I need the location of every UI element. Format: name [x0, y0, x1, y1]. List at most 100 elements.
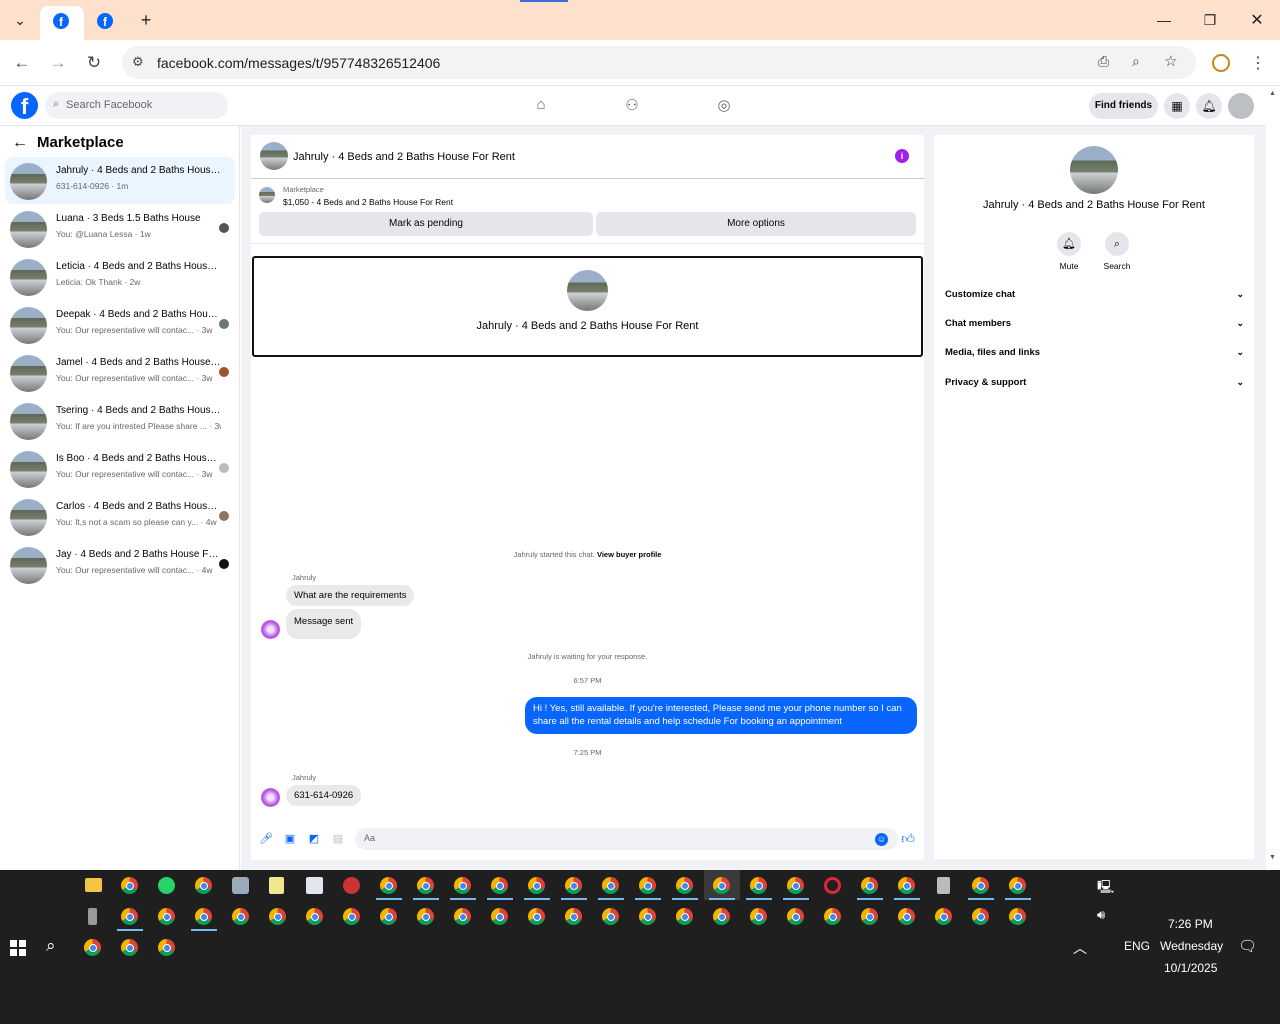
bookmark-star-icon[interactable]: ☆	[1164, 52, 1177, 70]
chrome-icon[interactable]	[713, 877, 730, 894]
back-arrow-icon[interactable]: ←	[12, 134, 28, 152]
view-buyer-profile-link[interactable]: View buyer profile	[597, 550, 661, 559]
incoming-message[interactable]: What are the requirements	[286, 585, 415, 606]
chrome-icon[interactable]	[639, 877, 656, 894]
chrome-icon[interactable]	[121, 939, 138, 956]
menu-grid-icon[interactable]: ▦	[1164, 93, 1190, 119]
network-icon[interactable]: 🖳︎	[1097, 878, 1114, 900]
chrome-icon[interactable]	[158, 908, 175, 925]
tab-facebook-active[interactable]: f	[40, 6, 84, 40]
chrome-icon[interactable]	[417, 908, 434, 925]
chrome-icon[interactable]	[454, 877, 471, 894]
facebook-logo[interactable]: f	[11, 92, 38, 119]
chrome-icon[interactable]	[565, 908, 582, 925]
chrome-icon[interactable]	[750, 877, 767, 894]
info-icon[interactable]: i	[895, 149, 909, 163]
clock-date[interactable]: 10/1/2025	[1164, 961, 1217, 975]
chrome-icon[interactable]	[1009, 908, 1026, 925]
chrome-icon[interactable]	[195, 877, 212, 894]
browser-menu-icon[interactable]: ⋮	[1245, 50, 1271, 76]
chrome-icon[interactable]	[861, 877, 878, 894]
photo-icon[interactable]: ▣	[283, 832, 297, 846]
app-icon[interactable]	[306, 877, 323, 894]
scroll-up-icon[interactable]: ▲	[1269, 90, 1276, 97]
chrome-icon[interactable]	[676, 877, 693, 894]
chrome-icon[interactable]	[491, 908, 508, 925]
conversation-item[interactable]: Jahruly · 4 Beds and 2 Baths House For R…	[5, 157, 235, 204]
new-tab-button[interactable]: +	[134, 8, 158, 32]
find-friends-button[interactable]: Find friends	[1089, 93, 1158, 119]
profile-icon[interactable]	[1212, 54, 1230, 72]
chrome-icon[interactable]	[750, 908, 767, 925]
privacy-support-row[interactable]: Privacy & support ⌄	[945, 377, 1244, 397]
language-indicator[interactable]: ENG	[1124, 939, 1150, 953]
conversation-item[interactable]: Tsering · 4 Beds and 2 Baths House For R…	[5, 397, 235, 444]
outgoing-message[interactable]: Hi ! Yes, still available. If you're int…	[525, 697, 917, 734]
scroll-down-icon[interactable]: ▼	[1269, 854, 1276, 861]
home-icon[interactable]: ⌂	[531, 96, 551, 116]
install-app-icon[interactable]: ⎙	[1098, 53, 1109, 70]
windows-start-icon[interactable]	[10, 940, 26, 956]
zoom-icon[interactable]: ⌕	[1132, 53, 1140, 70]
chrome-icon[interactable]	[565, 877, 582, 894]
chrome-icon[interactable]	[935, 908, 952, 925]
chrome-icon[interactable]	[972, 877, 989, 894]
tray-chevron-up-icon[interactable]: ︿	[1073, 938, 1087, 958]
chrome-icon[interactable]	[380, 877, 397, 894]
media-files-links-row[interactable]: Media, files and links ⌄	[945, 347, 1244, 367]
minimize-icon[interactable]: —	[1152, 8, 1176, 32]
reload-icon[interactable]: ↻	[81, 50, 107, 76]
conversation-item[interactable]: Jay · 4 Beds and 2 Baths House For Rent …	[5, 541, 235, 588]
search-in-chat-button[interactable]: ⌕ Search	[1097, 232, 1137, 271]
chrome-icon[interactable]	[787, 908, 804, 925]
opera-icon[interactable]	[824, 877, 841, 894]
clock-day[interactable]: Wednesday	[1160, 939, 1223, 953]
chat-header-thumbnail[interactable]	[260, 142, 288, 170]
microphone-icon[interactable]: 🎤︎	[259, 832, 273, 846]
conversation-item[interactable]: Luana · 3 Beds 1.5 Baths House You: @Lua…	[5, 205, 235, 252]
volume-icon[interactable]: 🔊︎	[1097, 907, 1105, 923]
incoming-message[interactable]: Message sent	[286, 609, 362, 639]
customize-chat-row[interactable]: Customize chat ⌄	[945, 289, 1244, 309]
chrome-icon[interactable]	[343, 908, 360, 925]
conversation-item[interactable]: Leticia · 4 Beds and 2 Baths House For R…	[5, 253, 235, 300]
chrome-icon[interactable]	[898, 877, 915, 894]
chrome-icon[interactable]	[417, 877, 434, 894]
chrome-icon[interactable]	[454, 908, 471, 925]
chrome-icon[interactable]	[121, 908, 138, 925]
chrome-icon[interactable]	[861, 908, 878, 925]
gif-icon[interactable]: ▤	[331, 832, 345, 846]
chrome-icon[interactable]	[787, 877, 804, 894]
back-icon[interactable]: ←	[9, 50, 35, 76]
listing-card[interactable]: Jahruly · 4 Beds and 2 Baths House For R…	[252, 256, 923, 357]
thumbs-up-icon[interactable]: 👍︎	[901, 832, 915, 846]
chrome-icon[interactable]	[306, 908, 323, 925]
more-options-button[interactable]: More options	[596, 212, 916, 236]
emoji-icon[interactable]: ☺	[875, 833, 888, 846]
mark-as-pending-button[interactable]: Mark as pending	[259, 212, 593, 236]
close-icon[interactable]: ✕	[1245, 8, 1269, 32]
sticker-icon[interactable]: ◩	[307, 832, 321, 846]
tab-search-icon[interactable]: ⌄	[8, 8, 32, 32]
app-icon[interactable]	[88, 908, 97, 925]
page-scrollbar[interactable]: ▲ ▼	[1266, 86, 1280, 870]
conversation-item[interactable]: Is Boo · 4 Beds and 2 Baths House For Re…	[5, 445, 235, 492]
chrome-icon[interactable]	[528, 908, 545, 925]
notification-center-icon[interactable]: 🗨︎	[1238, 937, 1257, 955]
chrome-icon[interactable]	[1009, 877, 1026, 894]
chrome-icon[interactable]	[824, 908, 841, 925]
chrome-icon[interactable]	[269, 908, 286, 925]
incoming-message[interactable]: 631-614-0926	[286, 785, 362, 806]
chrome-icon[interactable]	[639, 908, 656, 925]
chrome-icon[interactable]	[602, 877, 619, 894]
chrome-icon[interactable]	[898, 908, 915, 925]
chrome-icon[interactable]	[232, 908, 249, 925]
tab-facebook[interactable]: f	[86, 6, 126, 40]
forward-icon[interactable]: →	[45, 50, 71, 76]
clock-time[interactable]: 7:26 PM	[1168, 917, 1213, 931]
chrome-icon[interactable]	[528, 877, 545, 894]
message-input[interactable]: Aa	[355, 828, 898, 850]
chrome-icon[interactable]	[121, 877, 138, 894]
mute-button[interactable]: 🔔︎ Mute	[1049, 232, 1089, 271]
chrome-icon[interactable]	[158, 939, 175, 956]
